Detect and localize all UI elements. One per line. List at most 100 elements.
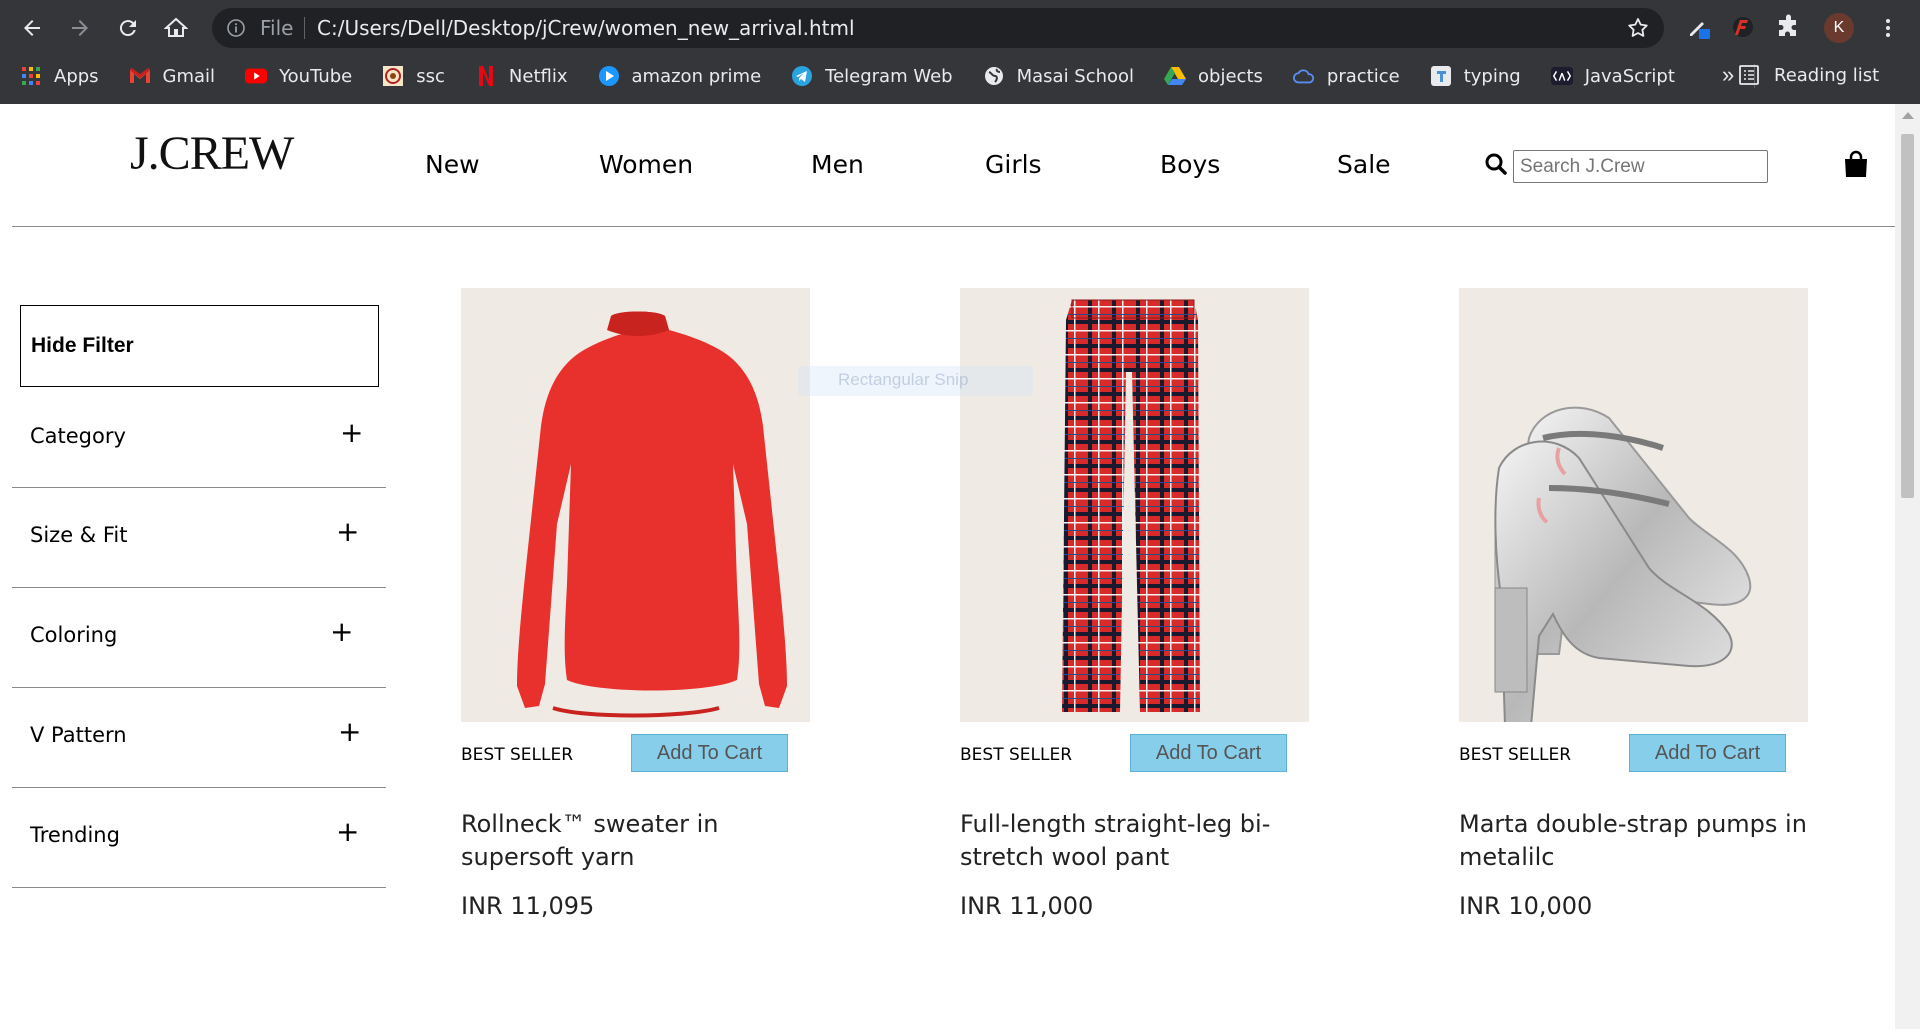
filter-label: V Pattern — [30, 723, 127, 747]
info-icon[interactable] — [226, 18, 246, 38]
best-seller-badge: BEST SELLER — [1459, 745, 1572, 765]
bookmark-netflix[interactable]: Netflix — [475, 65, 568, 87]
arrow-right-icon — [72, 20, 88, 36]
bookmark-youtube[interactable]: YouTube — [245, 65, 352, 87]
netflix-icon — [475, 65, 497, 87]
bookmark-amazon-prime[interactable]: amazon prime — [598, 65, 762, 87]
arrow-left-icon — [24, 20, 40, 36]
product-name[interactable]: Marta double-strap pumps in metalilc — [1459, 808, 1809, 874]
bookmark-label: Netflix — [508, 65, 568, 87]
filter-trending[interactable]: Trending + — [12, 788, 386, 888]
page-content: J.CREW New Women Men Girls Boys Sale Hid… — [0, 104, 1895, 1029]
back-button[interactable] — [16, 12, 48, 44]
url-text[interactable]: C:/Users/Dell/Desktop/jCrew/women_new_ar… — [317, 16, 855, 40]
browser-toolbar: File C:/Users/Dell/Desktop/jCrew/women_n… — [0, 0, 1920, 55]
shopping-bag-icon[interactable] — [1843, 150, 1869, 178]
cloud-icon — [1292, 65, 1315, 87]
flash-extension-icon[interactable] — [1730, 14, 1756, 40]
page-scrollbar[interactable] — [1895, 104, 1920, 1029]
bookmark-masai-school[interactable]: Masai School — [983, 65, 1134, 87]
reading-list-label: Reading list — [1774, 64, 1880, 86]
home-button[interactable] — [160, 12, 192, 44]
scroll-up-arrow-icon[interactable] — [1902, 112, 1914, 119]
product-price: INR 11,000 — [960, 892, 1094, 920]
best-seller-badge: BEST SELLER — [461, 745, 574, 765]
plus-icon[interactable]: + — [336, 518, 359, 546]
nav-boys[interactable]: Boys — [1160, 150, 1220, 179]
search-input[interactable] — [1513, 150, 1768, 183]
url-divider — [304, 17, 305, 39]
pen-extension-icon[interactable] — [1686, 14, 1712, 40]
forward-button[interactable] — [64, 12, 96, 44]
snip-ghost-overlay: Rectangular Snip — [798, 366, 1033, 396]
plus-icon[interactable]: + — [330, 618, 353, 646]
product-name[interactable]: Full-length straight-leg bi-stretch wool… — [960, 808, 1310, 874]
scrollbar-thumb[interactable] — [1901, 134, 1914, 498]
search-icon[interactable] — [1484, 152, 1508, 176]
bookmark-label: amazon prime — [631, 65, 762, 87]
reload-button[interactable] — [112, 12, 144, 44]
telegram-icon — [791, 65, 813, 87]
more-bookmarks-button[interactable]: » — [1722, 62, 1734, 88]
filter-size-fit[interactable]: Size & Fit + — [12, 488, 386, 588]
bookmarks-bar: Apps Gmail YouTube ssc Netflix amazon pr… — [0, 56, 1920, 96]
reading-list-button[interactable]: Reading list — [1738, 64, 1879, 86]
reload-icon — [119, 20, 136, 37]
add-to-cart-button[interactable]: Add To Cart — [1130, 734, 1287, 772]
globe-icon — [983, 65, 1005, 87]
bookmark-objects[interactable]: objects — [1164, 65, 1263, 87]
gmail-icon — [129, 65, 151, 87]
nav-girls[interactable]: Girls — [985, 150, 1042, 179]
bookmark-practice[interactable]: practice — [1292, 65, 1400, 87]
bookmark-gmail[interactable]: Gmail — [129, 65, 216, 87]
bookmark-label: practice — [1326, 65, 1400, 87]
lambda-icon — [1550, 65, 1573, 87]
plus-icon[interactable]: + — [340, 419, 363, 447]
product-image-silver-pumps[interactable] — [1459, 288, 1808, 722]
youtube-icon — [245, 65, 268, 87]
add-to-cart-button[interactable]: Add To Cart — [1629, 734, 1786, 772]
browser-menu-button[interactable] — [1878, 13, 1898, 43]
nav-sale[interactable]: Sale — [1337, 150, 1391, 179]
filter-category[interactable]: Category + — [12, 388, 386, 488]
reading-list-icon — [1738, 64, 1760, 86]
bookmark-label: Gmail — [162, 65, 216, 87]
bookmark-ssc[interactable]: ssc — [382, 65, 445, 87]
product-image-sweater[interactable] — [461, 288, 810, 722]
plus-icon[interactable]: + — [336, 818, 359, 846]
bookmark-label: JavaScript — [1584, 65, 1675, 87]
nav-men[interactable]: Men — [811, 150, 864, 179]
filter-coloring[interactable]: Coloring + — [12, 588, 386, 688]
browser-chrome: File C:/Users/Dell/Desktop/jCrew/women_n… — [0, 0, 1920, 104]
filter-label: Trending — [30, 823, 120, 847]
google-drive-icon — [1164, 65, 1187, 87]
typing-t-icon — [1430, 65, 1452, 87]
add-to-cart-button[interactable]: Add To Cart — [631, 734, 788, 772]
bookmark-apps[interactable]: Apps — [20, 65, 99, 87]
product-price: INR 11,095 — [461, 892, 595, 920]
bookmark-label: Apps — [54, 65, 99, 87]
ssc-emblem-icon — [382, 65, 404, 87]
jcrew-logo[interactable]: J.CREW — [130, 126, 294, 181]
filter-v-pattern[interactable]: V Pattern + — [12, 688, 386, 788]
url-scheme-label: File — [260, 16, 294, 40]
address-bar[interactable]: File C:/Users/Dell/Desktop/jCrew/women_n… — [212, 8, 1664, 48]
product-image-plaid-pant[interactable] — [960, 288, 1309, 722]
apps-grid-icon — [20, 65, 42, 87]
bookmark-javascript[interactable]: JavaScript — [1550, 65, 1675, 87]
bookmark-telegram-web[interactable]: Telegram Web — [791, 65, 953, 87]
bookmark-label: typing — [1463, 65, 1521, 87]
nav-women[interactable]: Women — [599, 150, 693, 179]
hide-filter-button[interactable]: Hide Filter — [20, 305, 379, 387]
bookmark-label: Telegram Web — [825, 65, 953, 87]
bookmark-typing[interactable]: typing — [1430, 65, 1521, 87]
plus-icon[interactable]: + — [338, 718, 361, 746]
extensions-puzzle-icon[interactable] — [1776, 14, 1802, 40]
best-seller-badge: BEST SELLER — [960, 745, 1073, 765]
bookmark-star-icon[interactable] — [1626, 16, 1650, 40]
nav-new[interactable]: New — [425, 150, 480, 179]
product-name[interactable]: Rollneck™ sweater in supersoft yarn — [461, 808, 811, 874]
bookmark-label: ssc — [416, 65, 445, 87]
profile-avatar[interactable]: K — [1824, 13, 1854, 43]
bookmark-label: YouTube — [279, 65, 353, 87]
